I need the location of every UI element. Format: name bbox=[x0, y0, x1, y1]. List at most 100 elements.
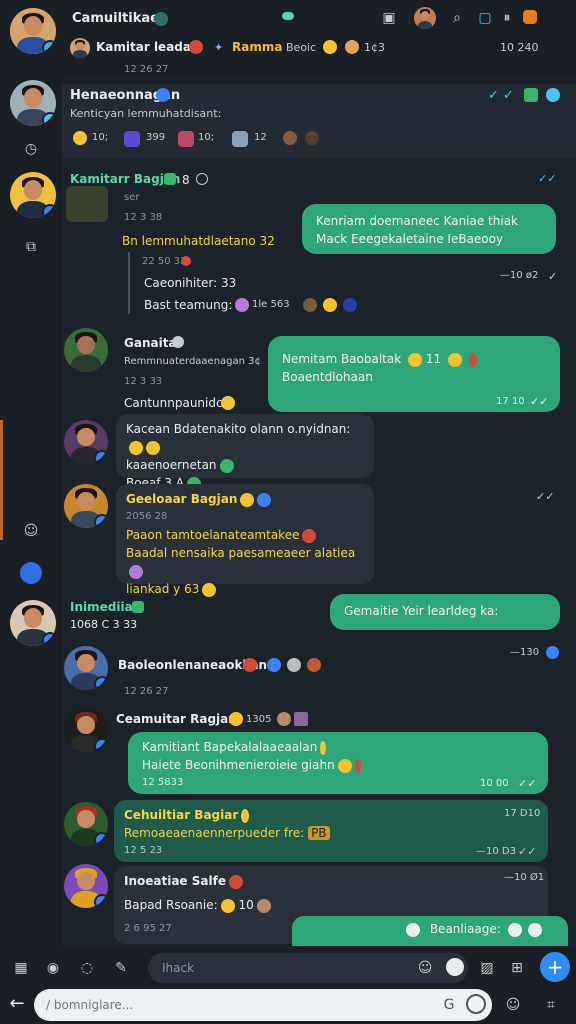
emoji-icon[interactable]: ☺ bbox=[416, 959, 434, 977]
search-icon[interactable]: ⌕ bbox=[448, 9, 466, 27]
ok-check-icon bbox=[524, 88, 538, 102]
m8-time: —10 D3 bbox=[476, 846, 516, 857]
m9-avatar[interactable] bbox=[64, 864, 108, 908]
m2-out-text2: Boaentdlohaan bbox=[282, 370, 373, 384]
keyboard-icon[interactable]: ⌗ bbox=[542, 996, 560, 1014]
m1-reply-emoji-icon bbox=[235, 298, 249, 312]
app-title: Camuiltikae bbox=[72, 11, 159, 26]
clock-icon[interactable]: ◷ bbox=[22, 140, 40, 158]
stat-3: 10; bbox=[198, 132, 215, 143]
m7-out-emoji2-icon bbox=[337, 758, 352, 773]
m3-bubble[interactable]: Kacean Bdatenakito olann o.nyidnan: kaae… bbox=[116, 414, 374, 491]
bot-icon[interactable]: ☺ bbox=[22, 522, 40, 540]
tail-text: Beanliaage: bbox=[429, 922, 501, 936]
new-message-button[interactable]: + bbox=[540, 952, 570, 982]
m4-avatar[interactable] bbox=[64, 484, 108, 528]
gallery-icon[interactable]: ▨ bbox=[478, 959, 496, 977]
stat-5-icon bbox=[283, 131, 297, 145]
m4-name: Geeloaar Bagjan bbox=[126, 492, 238, 506]
m1-header-tick: ✓✓ bbox=[538, 172, 557, 185]
app-icon[interactable] bbox=[20, 562, 42, 584]
g-icon[interactable]: G bbox=[440, 996, 458, 1014]
pinned-avatar[interactable] bbox=[10, 80, 56, 126]
m8-tick-icon: ✓✓ bbox=[518, 845, 537, 858]
back-icon[interactable]: ← bbox=[8, 995, 26, 1013]
subtitle-time: 10 240 bbox=[500, 41, 539, 54]
message-input-placeholder: Ihack bbox=[162, 961, 195, 975]
m1-reaction-icon bbox=[196, 173, 208, 185]
laugh-emoji-icon bbox=[345, 40, 359, 54]
m4-bubble[interactable]: Geeloaar Bagjan 2056 28 Paaon tamtoelana… bbox=[116, 484, 374, 597]
sticker-icon[interactable]: ◌ bbox=[78, 959, 96, 977]
m5-out-bubble[interactable]: Gemaitie Yeir learldeg ka: bbox=[330, 594, 560, 630]
m7-emoji2-icon bbox=[277, 712, 291, 726]
m4-line3: liankad y 63 bbox=[126, 582, 200, 596]
top-avatar[interactable] bbox=[414, 7, 436, 29]
archive-icon[interactable]: ⧉ bbox=[22, 238, 40, 256]
m2-avatar[interactable] bbox=[64, 328, 108, 372]
gif-icon[interactable] bbox=[446, 958, 464, 976]
stat-3-icon bbox=[178, 131, 194, 147]
m1-reply-time: 22 50 33 bbox=[142, 256, 187, 267]
m1-avatar[interactable] bbox=[10, 172, 56, 218]
tab-icon[interactable]: ▣ bbox=[380, 9, 398, 27]
m1-out-time: —10 ø2 bbox=[500, 270, 539, 281]
m3-line2-wrap: kaaenoernetan bbox=[126, 456, 364, 474]
m4-badge-icon bbox=[257, 492, 272, 507]
m8-avatar[interactable] bbox=[64, 802, 108, 846]
m4-line2: Baadal nensaika paesameaeer alatiea bbox=[126, 546, 356, 560]
tail-face-icon bbox=[507, 922, 522, 937]
m3-text2: kaaenoernetan bbox=[126, 458, 217, 472]
subtitle-extra: Beoic bbox=[286, 41, 317, 54]
m5-out-time: —130 bbox=[510, 647, 540, 658]
emoji-bottom-icon[interactable]: ☺ bbox=[504, 996, 522, 1014]
m1-out-bubble[interactable]: Kenriam doemaneec Kaniae thiak Mack Eeeg… bbox=[302, 204, 556, 254]
m1-time: 12 3 38 bbox=[124, 212, 163, 223]
attach-icon[interactable]: ⊞ bbox=[508, 959, 526, 977]
m2-out-emoji3-icon bbox=[468, 352, 477, 367]
m5-avatar[interactable] bbox=[10, 600, 56, 646]
m9-line-wrap: Bapad Rsoanie: 10 bbox=[124, 896, 538, 914]
m4-emoji2-icon bbox=[302, 528, 317, 543]
at-icon[interactable] bbox=[466, 994, 486, 1014]
m3-avatar[interactable] bbox=[64, 420, 108, 464]
m6-time: 12 26 27 bbox=[124, 686, 169, 697]
m2-out-count: 11 bbox=[425, 352, 442, 366]
m3-line1-wrap: Kacean Bdatenakito olann o.nyidnan: bbox=[126, 420, 364, 456]
m1-emoji-a-icon bbox=[303, 298, 317, 312]
m4-emoji-icon bbox=[240, 492, 255, 507]
verified-icon bbox=[156, 88, 170, 102]
notification-icon[interactable] bbox=[523, 10, 537, 24]
stat-1: 10; bbox=[92, 132, 109, 143]
m8-header: Cehuiltiar Bagiar bbox=[124, 806, 538, 824]
m6-face-icon bbox=[287, 658, 301, 672]
grid-icon[interactable]: ▦ bbox=[12, 959, 30, 977]
camera-icon[interactable]: ◉ bbox=[44, 959, 62, 977]
m2-line1: Remmnuaterdaaenagan 3¢ bbox=[124, 356, 261, 367]
pen-icon[interactable]: ✎ bbox=[112, 959, 130, 977]
box-icon[interactable]: ▢ bbox=[476, 9, 494, 27]
stat-2-icon bbox=[124, 131, 140, 147]
bottom-input[interactable]: / bomniglare... bbox=[34, 989, 492, 1021]
verified-check-icon bbox=[546, 88, 560, 102]
pause-icon[interactable]: ⏸ bbox=[498, 9, 516, 27]
m7-avatar[interactable] bbox=[64, 708, 108, 752]
pinned-tick: ✓ ✓ bbox=[488, 88, 514, 103]
m1-title: Bn lemmuhatdlaetano 32 bbox=[122, 234, 275, 248]
m3-emoji2-icon bbox=[146, 440, 160, 455]
m9-time: —10 Ø1 bbox=[504, 872, 545, 883]
profile-avatar[interactable] bbox=[10, 8, 56, 54]
m9-line: Bapad Rsoanie: bbox=[124, 898, 218, 912]
m2-line2: Cantunnpaunidct bbox=[124, 396, 228, 410]
smile-emoji-icon bbox=[323, 40, 337, 54]
m6-avatar[interactable] bbox=[64, 646, 108, 690]
m7-out-text1: Kamitiant Bapekalalaaeaalan bbox=[142, 740, 318, 754]
tail-bubble[interactable]: Beanliaage: bbox=[292, 916, 568, 946]
m9-header: Inoeatiae Salfe bbox=[124, 872, 538, 890]
bottom-input-placeholder: / bomniglare... bbox=[46, 998, 134, 1012]
header-date: 12 26 27 bbox=[124, 64, 169, 75]
m5-name: Inimediian bbox=[70, 600, 142, 614]
status-dot-icon bbox=[282, 12, 294, 20]
stat-4: 12 bbox=[254, 132, 267, 143]
m2-out-time: 17 10 bbox=[496, 396, 525, 407]
